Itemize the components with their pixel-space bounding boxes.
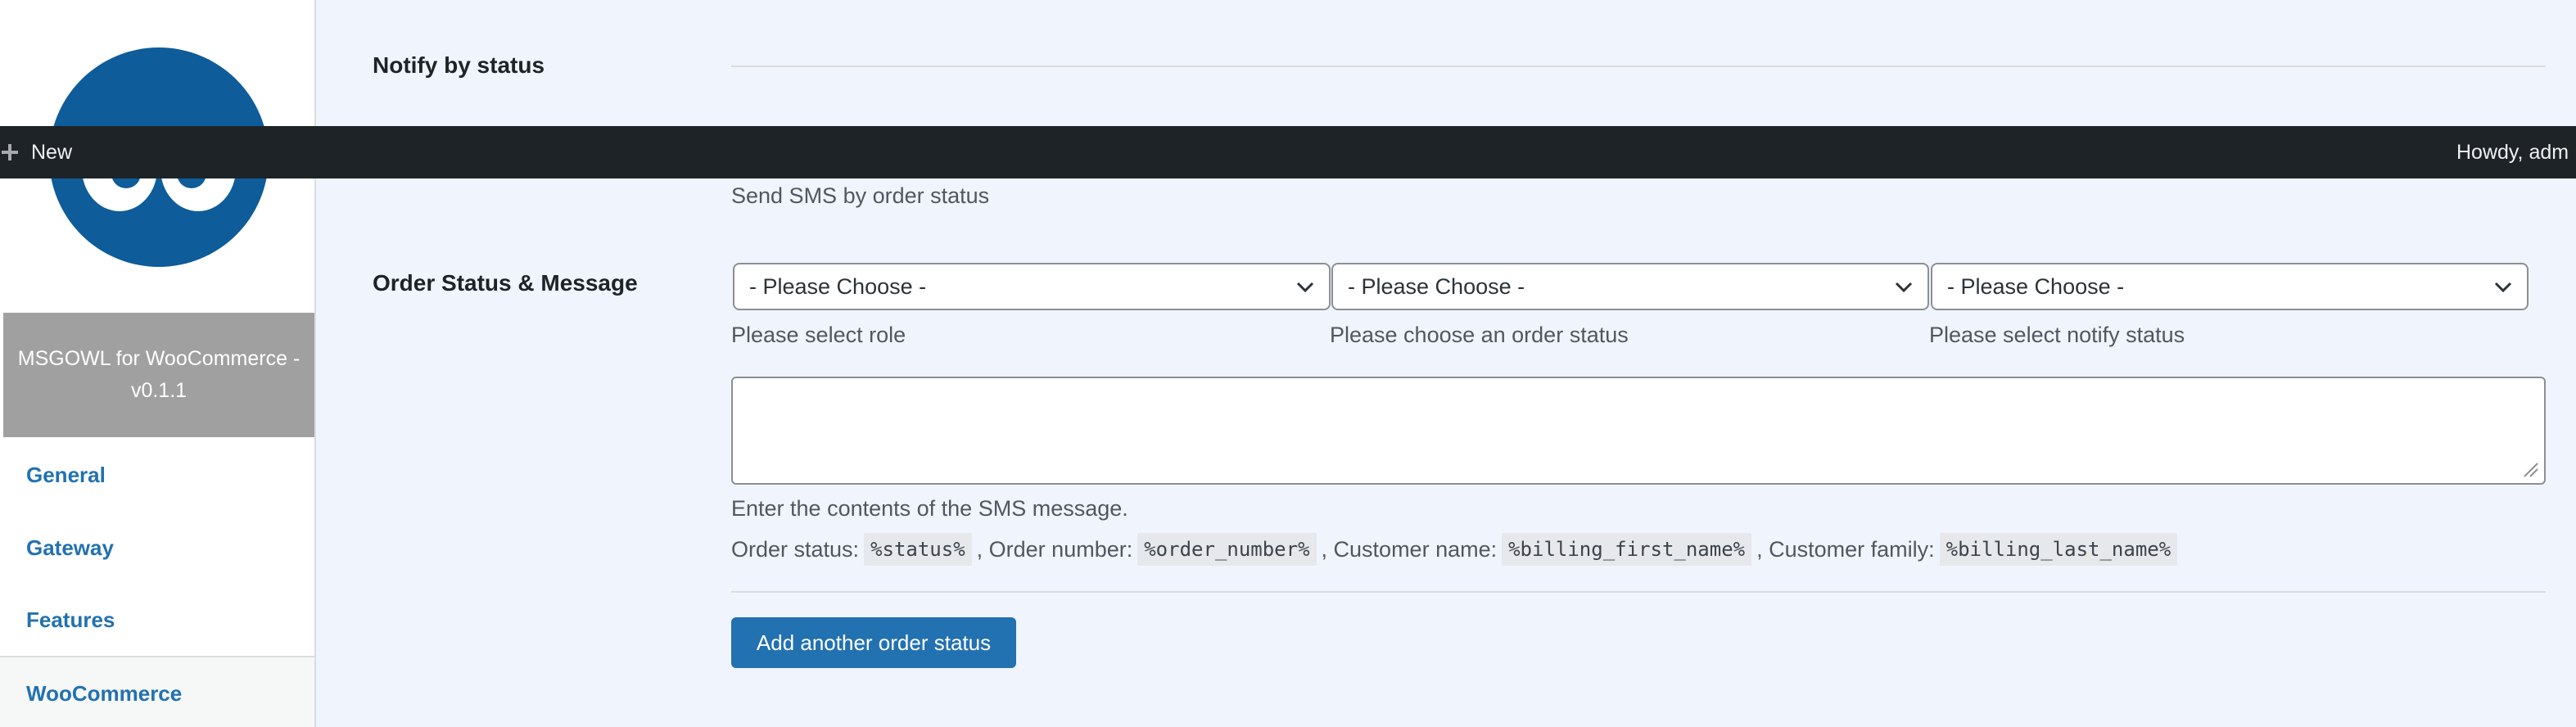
placeholder-legend: Order status: %status% , Order number: %… [731, 532, 2182, 567]
notify-status-select-hint: Please select notify status [1929, 323, 2185, 347]
notify-status-select-value: - Please Choose - [1947, 273, 2125, 299]
order-status-select[interactable]: - Please Choose - [1331, 263, 1929, 310]
resize-handle-icon[interactable] [2521, 460, 2539, 478]
new-label: New [31, 140, 73, 164]
settings-page: MSGOWL for WooCommerce - v0.1.1 General … [0, 0, 2576, 727]
order-status-message-label: Order Status & Message [373, 270, 638, 296]
order-status-select-value: - Please Choose - [1348, 273, 1525, 299]
chevron-down-icon [1893, 278, 1914, 296]
name-placeholder-label: , Customer name: [1321, 536, 1498, 562]
family-placeholder-label: , Customer family: [1756, 536, 1935, 562]
chevron-down-icon [2492, 278, 2514, 296]
status-placeholder-label: Order status: [731, 536, 860, 562]
plugin-title-box: MSGOWL for WooCommerce - v0.1.1 [3, 313, 314, 437]
role-select-value: - Please Choose - [749, 273, 927, 299]
number-placeholder-code: %order_number% [1137, 533, 1317, 566]
admin-bar: New Howdy, adm [0, 126, 2576, 178]
role-select[interactable]: - Please Choose - [733, 263, 1331, 310]
plugin-sidebar: MSGOWL for WooCommerce - v0.1.1 General … [0, 0, 316, 727]
sidebar-item-general[interactable]: General [0, 439, 314, 511]
section-divider-bottom [731, 591, 2546, 593]
notify-by-status-description: Send SMS by order status [731, 183, 990, 208]
plus-icon [0, 142, 20, 162]
order-status-select-hint: Please choose an order status [1330, 323, 1629, 347]
sms-message-textarea[interactable] [731, 377, 2546, 485]
sms-message-description: Enter the contents of the SMS message. [731, 496, 1128, 521]
new-content-link[interactable]: New [0, 126, 72, 178]
notify-by-status-label: Notify by status [373, 52, 545, 78]
role-select-hint: Please select role [731, 323, 906, 347]
name-placeholder-code: %billing_first_name% [1502, 533, 1752, 566]
howdy-user-menu[interactable]: Howdy, adm [2456, 126, 2576, 178]
section-divider-top [731, 65, 2546, 67]
sidebar-item-gateway[interactable]: Gateway [0, 512, 314, 584]
status-placeholder-code: %status% [864, 533, 972, 566]
add-order-status-button[interactable]: Add another order status [731, 617, 1016, 668]
family-placeholder-code: %billing_last_name% [1939, 533, 2178, 566]
sidebar-item-features[interactable]: Features [0, 584, 314, 656]
notify-status-select[interactable]: - Please Choose - [1931, 263, 2529, 310]
sidebar-item-woocommerce[interactable]: WooCommerce [0, 657, 314, 727]
chevron-down-icon [1295, 278, 1316, 296]
number-placeholder-label: , Order number: [976, 536, 1133, 562]
